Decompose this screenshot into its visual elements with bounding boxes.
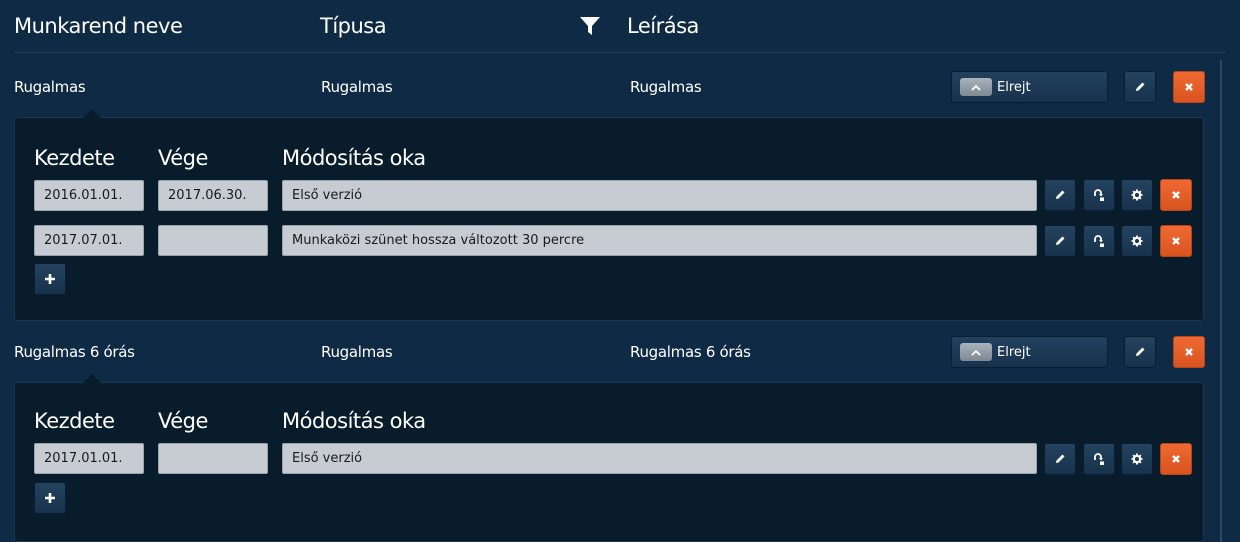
close-icon (1171, 236, 1181, 246)
version-end-field[interactable] (158, 225, 268, 256)
gear-icon (1131, 453, 1143, 465)
version-reason-field[interactable]: Első verzió (282, 443, 1037, 474)
close-icon (1171, 190, 1181, 200)
chevron-up-icon (960, 343, 992, 361)
sub-header-reason: Módosítás oka (282, 146, 426, 170)
version-reason-field[interactable]: Első verzió (282, 180, 1037, 211)
row-name: Rugalmas 6 órás (14, 343, 135, 361)
pencil-icon (1054, 453, 1066, 465)
column-header-type[interactable]: Típusa (320, 14, 387, 38)
pencil-icon (1134, 81, 1146, 93)
pencil-icon (1054, 235, 1066, 247)
hide-toggle-button[interactable]: Elrejt (951, 336, 1108, 368)
row-type: Rugalmas (321, 78, 393, 96)
panel-caret (83, 374, 101, 383)
gear-icon (1131, 189, 1143, 201)
row-description: Rugalmas 6 órás (630, 343, 751, 361)
header-divider (14, 52, 1226, 53)
settings-version-button[interactable] (1121, 179, 1153, 211)
sub-header-reason: Módosítás oka (282, 409, 426, 433)
clone-version-button[interactable] (1083, 225, 1115, 257)
sub-header-start: Kezdete (34, 409, 115, 433)
version-start-field[interactable]: 2017.01.01. (34, 443, 144, 474)
copy-arrow-icon (1092, 234, 1106, 248)
gear-icon (1131, 235, 1143, 247)
filter-icon[interactable] (579, 16, 601, 36)
version-reason-field[interactable]: Munkaközi szünet hossza változott 30 per… (282, 225, 1037, 256)
row-description: Rugalmas (630, 78, 702, 96)
edit-version-button[interactable] (1044, 443, 1076, 475)
scrollbar[interactable] (1220, 60, 1222, 542)
copy-arrow-icon (1092, 188, 1106, 202)
column-header-description[interactable]: Leírása (627, 14, 699, 38)
delete-version-button[interactable] (1160, 225, 1192, 257)
delete-row-button[interactable] (1173, 71, 1205, 103)
add-version-button[interactable] (34, 482, 66, 514)
clone-version-button[interactable] (1083, 443, 1115, 475)
edit-row-button[interactable] (1124, 71, 1156, 103)
close-icon (1184, 347, 1194, 357)
version-end-field[interactable] (158, 443, 268, 474)
version-panel: Kezdete Vége Módosítás oka 2016.01.01. 2… (14, 109, 1204, 321)
hide-toggle-button[interactable]: Elrejt (951, 71, 1108, 103)
delete-version-button[interactable] (1160, 179, 1192, 211)
sub-header-end: Vége (158, 409, 208, 433)
version-start-field[interactable]: 2016.01.01. (34, 180, 144, 211)
delete-version-button[interactable] (1160, 443, 1192, 475)
edit-row-button[interactable] (1124, 336, 1156, 368)
row-name: Rugalmas (14, 78, 86, 96)
edit-version-button[interactable] (1044, 179, 1076, 211)
pencil-icon (1054, 189, 1066, 201)
hide-toggle-label: Elrejt (997, 79, 1031, 95)
column-header-name[interactable]: Munkarend neve (14, 14, 183, 38)
add-version-button[interactable] (34, 263, 66, 295)
pencil-icon (1134, 346, 1146, 358)
version-end-field[interactable]: 2017.06.30. (158, 180, 268, 211)
plus-icon (44, 492, 56, 504)
chevron-up-icon (960, 78, 992, 96)
settings-version-button[interactable] (1121, 443, 1153, 475)
delete-row-button[interactable] (1173, 336, 1205, 368)
close-icon (1184, 82, 1194, 92)
sub-header-start: Kezdete (34, 146, 115, 170)
panel-caret (83, 109, 101, 118)
close-icon (1171, 454, 1181, 464)
clone-version-button[interactable] (1083, 179, 1115, 211)
sub-header-end: Vége (158, 146, 208, 170)
row-type: Rugalmas (321, 343, 393, 361)
hide-toggle-label: Elrejt (997, 344, 1031, 360)
plus-icon (44, 273, 56, 285)
settings-version-button[interactable] (1121, 225, 1153, 257)
copy-arrow-icon (1092, 452, 1106, 466)
version-start-field[interactable]: 2017.07.01. (34, 225, 144, 256)
edit-version-button[interactable] (1044, 225, 1076, 257)
version-panel: Kezdete Vége Módosítás oka 2017.01.01. E… (14, 374, 1204, 542)
